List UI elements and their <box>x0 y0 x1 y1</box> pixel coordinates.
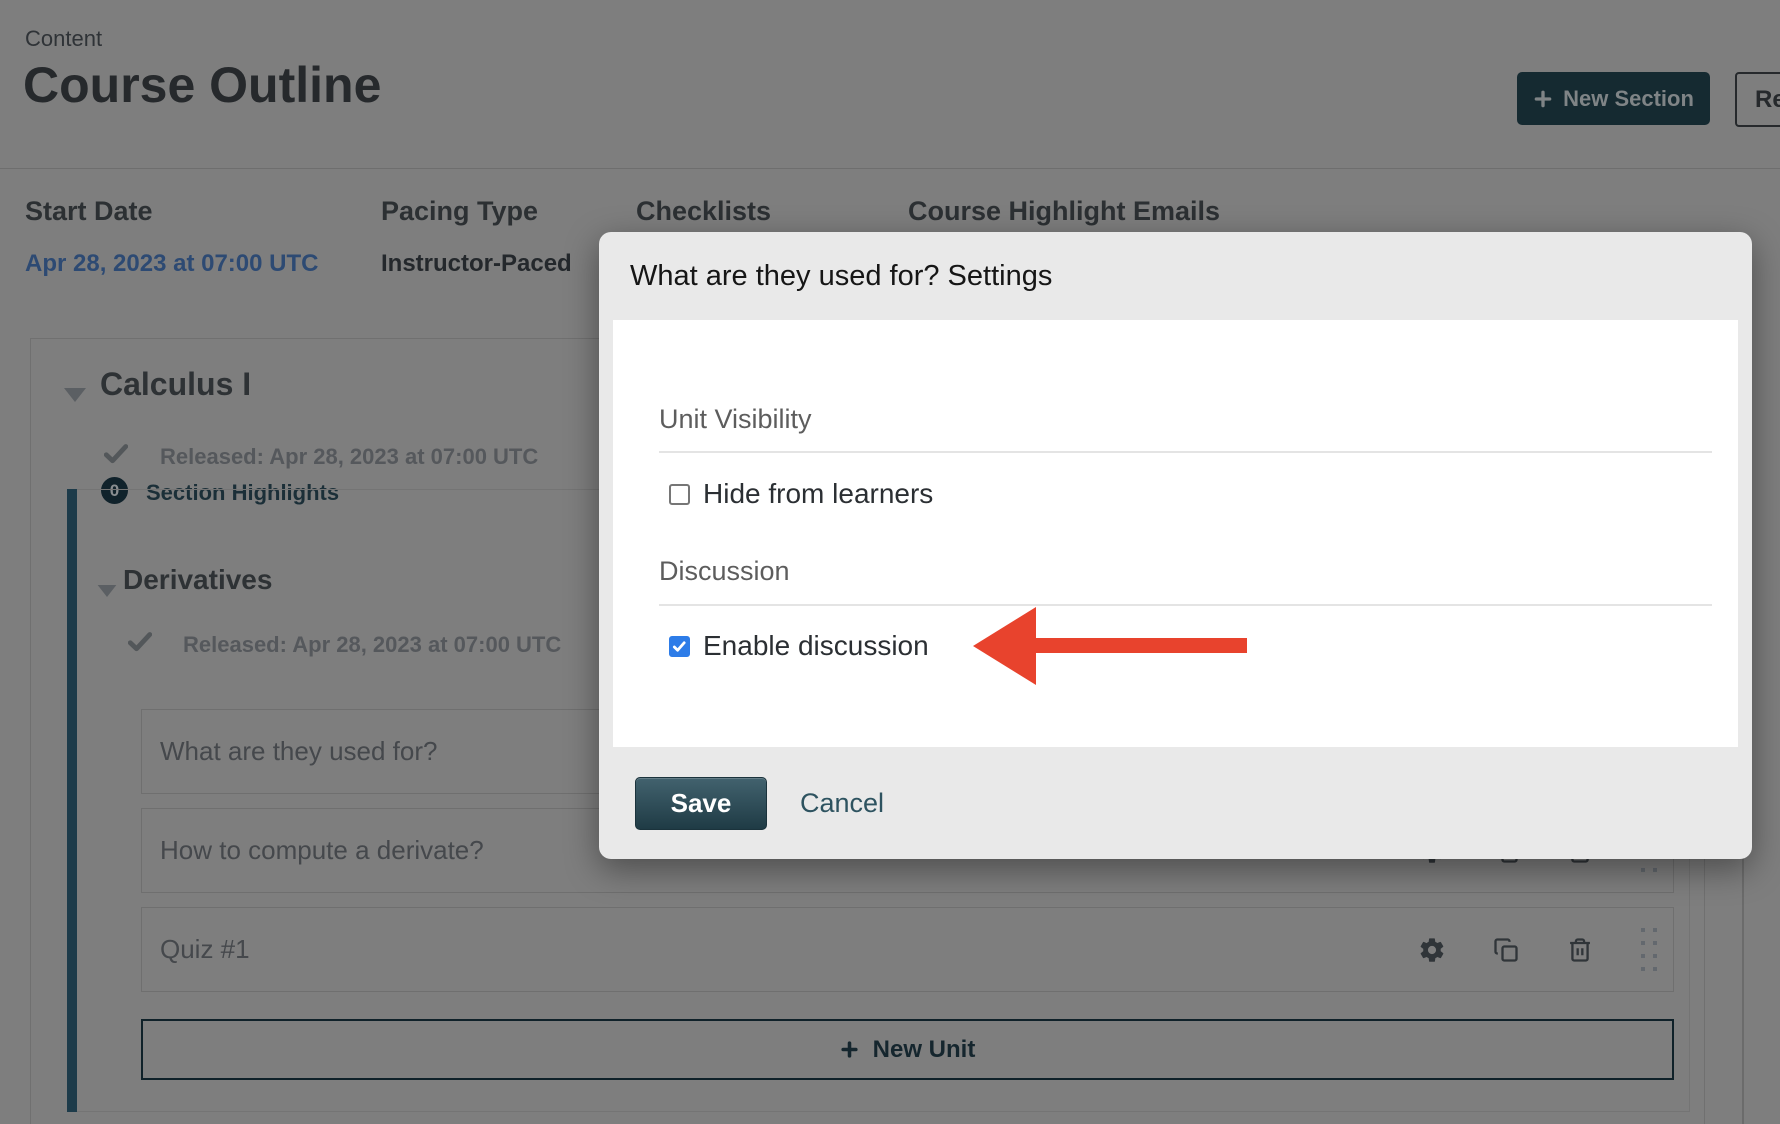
subsection-caret-down-icon[interactable] <box>98 585 117 597</box>
meta-label-start-date: Start Date <box>25 196 153 227</box>
enable-discussion-label[interactable]: Enable discussion <box>703 630 929 662</box>
modal-title: What are they used for? Settings <box>630 260 1052 293</box>
unit-drag-handle-icon[interactable] <box>1639 926 1659 973</box>
section-title[interactable]: Calculus I <box>100 366 251 403</box>
unit-duplicate-copy-icon[interactable] <box>1491 935 1521 965</box>
section-released-text: Released: Apr 28, 2023 at 07:00 UTC <box>160 444 538 470</box>
header-divider <box>0 168 1780 169</box>
subsection-released-check-icon <box>128 630 152 659</box>
plus-icon <box>840 1040 859 1059</box>
start-date-link[interactable]: Apr 28, 2023 at 07:00 UTC <box>25 250 318 278</box>
section-released-check-icon <box>104 442 128 471</box>
cancel-button[interactable]: Cancel <box>800 788 884 819</box>
unit-title[interactable]: Quiz #1 <box>160 934 1417 965</box>
unit-visibility-divider <box>659 451 1712 453</box>
save-button[interactable]: Save <box>635 777 767 830</box>
modal-body: Unit Visibility Hide from learners Discu… <box>613 320 1738 747</box>
section-caret-down-icon[interactable] <box>64 388 86 402</box>
unit-settings-gear-icon[interactable] <box>1417 935 1447 965</box>
plus-icon <box>1533 89 1553 109</box>
unit-delete-trash-icon[interactable] <box>1565 935 1595 965</box>
arrow-annotation-shaft <box>1035 638 1247 653</box>
page-title: Course Outline <box>23 56 381 114</box>
discussion-heading: Discussion <box>659 556 790 587</box>
unit-visibility-heading: Unit Visibility <box>659 404 812 435</box>
new-unit-button[interactable]: New Unit <box>141 1019 1674 1080</box>
enable-discussion-row[interactable]: Enable discussion <box>669 630 929 662</box>
subsection-accent-bar <box>67 489 77 1112</box>
new-unit-label: New Unit <box>873 1036 976 1064</box>
subsection-title[interactable]: Derivatives <box>123 564 272 596</box>
new-section-button[interactable]: New Section <box>1517 72 1710 125</box>
hide-from-learners-checkbox[interactable] <box>669 484 690 505</box>
breadcrumb-content: Content <box>25 26 102 52</box>
unit-settings-modal: What are they used for? Settings Unit Vi… <box>599 232 1752 859</box>
subsection-released-text: Released: Apr 28, 2023 at 07:00 UTC <box>183 632 561 658</box>
meta-label-checklists: Checklists <box>636 196 771 227</box>
discussion-divider <box>659 604 1712 606</box>
meta-label-pacing-type: Pacing Type <box>381 196 538 227</box>
meta-label-course-highlight-emails: Course Highlight Emails <box>908 196 1220 227</box>
unit-row[interactable]: Quiz #1 <box>141 907 1674 992</box>
course-outline-screen: Content Course Outline New Section Re St… <box>0 0 1780 1124</box>
hide-from-learners-row[interactable]: Hide from learners <box>669 478 933 510</box>
reindex-label: Re <box>1755 86 1780 114</box>
pacing-type-value: Instructor-Paced <box>381 250 572 278</box>
hide-from-learners-label[interactable]: Hide from learners <box>703 478 933 510</box>
new-section-label: New Section <box>1563 86 1694 112</box>
enable-discussion-checkbox[interactable] <box>669 636 690 657</box>
reindex-button[interactable]: Re <box>1735 72 1780 127</box>
arrow-annotation <box>973 607 1036 685</box>
